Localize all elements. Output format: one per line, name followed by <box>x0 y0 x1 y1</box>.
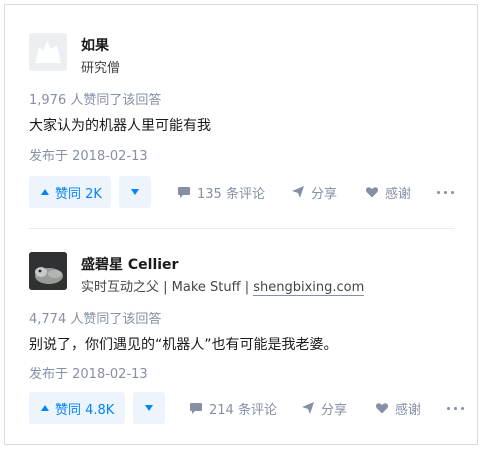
share-button[interactable]: 分享 <box>301 392 347 424</box>
more-options-icon[interactable] <box>445 392 466 424</box>
share-label: 分享 <box>321 402 348 418</box>
comments-label: 135 条评论 <box>197 186 265 202</box>
author-bio: 研究僧 <box>81 61 121 76</box>
heart-icon <box>375 403 389 414</box>
triangle-down-icon <box>131 189 139 195</box>
thanks-button[interactable]: 感谢 <box>375 392 421 424</box>
heart-icon <box>365 187 379 198</box>
answer-item: 盛碧星 Cellier 实时互动之父 | Make Stuff | shengb… <box>29 252 469 424</box>
upvote-button[interactable]: 赞同 4.8K <box>29 392 125 424</box>
author-name[interactable]: 如果 <box>81 35 109 55</box>
publish-date: 发布于 2018-02-13 <box>29 149 148 164</box>
comments-button[interactable]: 214 条评论 <box>189 392 277 424</box>
answers-card: 如果 研究僧 1,976 人赞同了该回答 大家认为的机器人里可能有我 发布于 2… <box>4 4 478 445</box>
answer-content: 别说了，你们遇见的“机器人”也有可能是我老婆。 <box>29 337 338 353</box>
downvote-button[interactable] <box>133 392 165 424</box>
action-bar: 赞同 2K 135 条评论 分享 感谢 <box>29 176 469 208</box>
author-bio-link[interactable]: shengbixing.com <box>253 280 365 296</box>
thanks-button[interactable]: 感谢 <box>365 176 411 208</box>
comment-icon <box>178 187 190 198</box>
downvote-button[interactable] <box>119 176 151 208</box>
share-icon <box>302 402 314 414</box>
share-button[interactable]: 分享 <box>291 176 337 208</box>
comments-label: 214 条评论 <box>209 402 277 418</box>
author-info: 盛碧星 Cellier 实时互动之父 | Make Stuff | shengb… <box>29 252 469 300</box>
thanks-label: 感谢 <box>395 402 422 418</box>
thanks-label: 感谢 <box>385 186 412 202</box>
divider <box>29 228 455 229</box>
triangle-down-icon <box>145 405 153 411</box>
author-info: 如果 研究僧 <box>29 33 469 81</box>
comment-icon <box>190 403 202 414</box>
answer-item: 如果 研究僧 1,976 人赞同了该回答 大家认为的机器人里可能有我 发布于 2… <box>29 33 469 208</box>
author-bio: 实时互动之父 | Make Stuff | shengbixing.com <box>81 276 365 296</box>
upvote-button[interactable]: 赞同 2K <box>29 176 111 208</box>
action-bar: 赞同 4.8K 214 条评论 分享 感谢 <box>29 392 469 424</box>
share-icon <box>292 186 304 198</box>
author-bio-text: 实时互动之父 | Make Stuff | <box>81 280 254 295</box>
upvote-label: 赞同 2K <box>55 186 102 202</box>
answer-content: 大家认为的机器人里可能有我 <box>29 118 211 134</box>
triangle-up-icon <box>41 405 49 411</box>
comments-button[interactable]: 135 条评论 <box>177 176 265 208</box>
avatar[interactable] <box>29 33 67 71</box>
share-label: 分享 <box>311 186 338 202</box>
upvote-label: 赞同 4.8K <box>55 402 115 418</box>
votes-count-text: 1,976 人赞同了该回答 <box>29 93 162 108</box>
author-name[interactable]: 盛碧星 Cellier <box>81 254 178 274</box>
more-options-icon[interactable] <box>435 176 456 208</box>
publish-date: 发布于 2018-02-13 <box>29 367 148 382</box>
triangle-up-icon <box>41 189 49 195</box>
votes-count-text: 4,774 人赞同了该回答 <box>29 312 162 327</box>
avatar[interactable] <box>29 252 67 290</box>
